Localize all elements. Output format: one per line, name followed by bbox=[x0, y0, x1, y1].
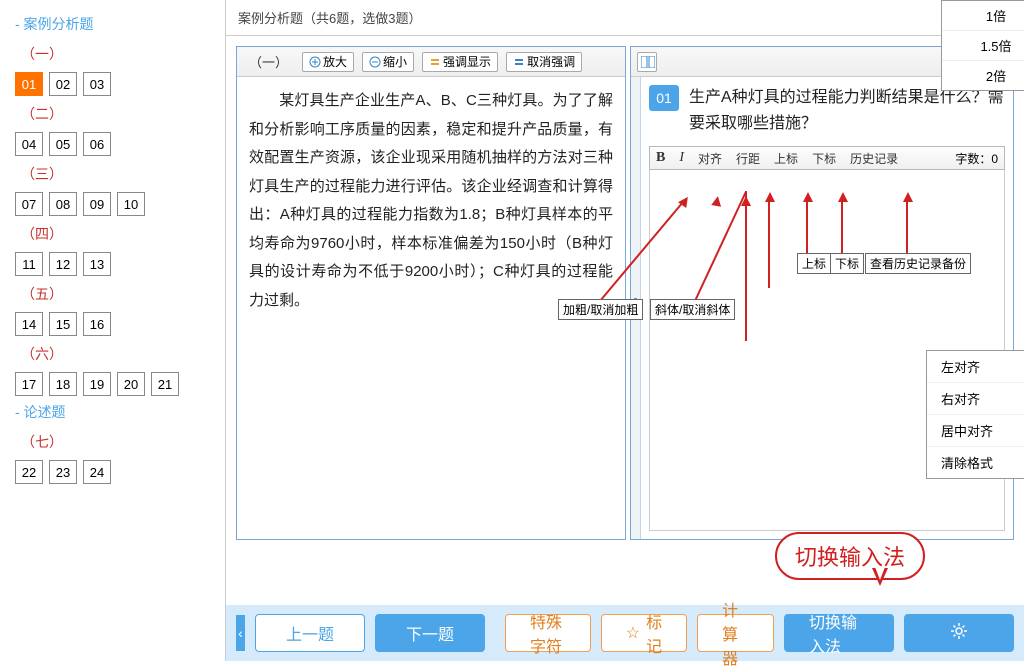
question-nav-12[interactable]: 12 bbox=[49, 252, 77, 276]
annotation-bold: 加粗/取消加粗 bbox=[558, 299, 643, 320]
italic-button[interactable]: I bbox=[679, 150, 684, 166]
question-nav-10[interactable]: 10 bbox=[117, 192, 145, 216]
linespace-button[interactable]: 行距 bbox=[736, 150, 760, 167]
group-label-6: （六） bbox=[21, 344, 225, 364]
annotation-italic: 斜体/取消斜体 bbox=[650, 299, 735, 320]
zoom-2x[interactable]: 2倍 bbox=[942, 61, 1024, 90]
question-nav-22[interactable]: 22 bbox=[15, 460, 43, 484]
question-nav-02[interactable]: 02 bbox=[49, 72, 77, 96]
passage-group-label: （一） bbox=[243, 52, 294, 71]
settings-button[interactable] bbox=[904, 614, 1014, 652]
group-label-5: （五） bbox=[21, 284, 225, 304]
question-nav-18[interactable]: 18 bbox=[49, 372, 77, 396]
annotation-ime: 切换输入法 bbox=[775, 532, 925, 580]
zoom-1x[interactable]: 1倍 bbox=[942, 1, 1024, 31]
question-nav-01[interactable]: 01 bbox=[15, 72, 43, 96]
question-nav-21[interactable]: 21 bbox=[151, 372, 179, 396]
align-menu: 左对齐 右对齐 居中对齐 清除格式 bbox=[926, 350, 1024, 479]
annotation-sub: 下标 bbox=[830, 253, 864, 274]
question-nav-23[interactable]: 23 bbox=[49, 460, 77, 484]
bold-button[interactable]: B bbox=[656, 150, 665, 166]
zoom-out-button[interactable]: 缩小 bbox=[362, 52, 414, 72]
superscript-button[interactable]: 上标 bbox=[774, 150, 798, 167]
align-right[interactable]: 右对齐 bbox=[927, 383, 1024, 415]
passage-toolbar: （一） 放大 缩小 强调显示 取消强调 bbox=[237, 47, 625, 77]
zoom-in-button[interactable]: 放大 bbox=[302, 52, 354, 72]
question-nav-05[interactable]: 05 bbox=[49, 132, 77, 156]
ime-switch-button[interactable]: 切换输入法 bbox=[784, 614, 894, 652]
highlight-icon bbox=[429, 56, 441, 68]
annotation-sup: 上标 bbox=[797, 253, 831, 274]
star-icon: ☆ bbox=[626, 623, 640, 643]
question-nav-15[interactable]: 15 bbox=[49, 312, 77, 336]
section-title: 案例分析题（共6题，选做3题） bbox=[238, 8, 421, 27]
highlight-button[interactable]: 强调显示 bbox=[422, 52, 498, 72]
question-nav-13[interactable]: 13 bbox=[83, 252, 111, 276]
next-button[interactable]: 下一题 bbox=[375, 614, 485, 652]
speech-tail-icon bbox=[872, 568, 888, 586]
char-count: 字数：0 bbox=[955, 150, 998, 167]
question-nav-06[interactable]: 06 bbox=[83, 132, 111, 156]
align-center[interactable]: 居中对齐 bbox=[927, 415, 1024, 447]
main-header: 案例分析题（共6题，选做3题） bbox=[226, 0, 1024, 36]
gear-icon bbox=[950, 622, 968, 645]
align-button[interactable]: 对齐 bbox=[698, 150, 722, 167]
zoom-menu: 1倍 1.5倍 2倍 bbox=[941, 0, 1024, 91]
group-label-2: （二） bbox=[21, 104, 225, 124]
group-label-3: （三） bbox=[21, 164, 225, 184]
question-nav-17[interactable]: 17 bbox=[15, 372, 43, 396]
question-nav-03[interactable]: 03 bbox=[83, 72, 111, 96]
question-nav-04[interactable]: 04 bbox=[15, 132, 43, 156]
group-label-1: （一） bbox=[21, 44, 225, 64]
split-icon bbox=[641, 56, 653, 68]
history-button[interactable]: 历史记录 bbox=[850, 150, 898, 167]
question-nav-20[interactable]: 20 bbox=[117, 372, 145, 396]
question-nav-14[interactable]: 14 bbox=[15, 312, 43, 336]
minus-icon bbox=[369, 56, 381, 68]
editor-toolbar: B I 对齐 行距 上标 下标 历史记录 字数：0 bbox=[649, 146, 1005, 170]
question-header: 01 生产A种灯具的过程能力判断结果是什么？需要采取哪些措施？ bbox=[649, 85, 1005, 136]
question-text: 生产A种灯具的过程能力判断结果是什么？需要采取哪些措施？ bbox=[689, 85, 1005, 136]
question-nav-08[interactable]: 08 bbox=[49, 192, 77, 216]
special-char-button[interactable]: 特殊字符 bbox=[505, 614, 591, 652]
question-nav-11[interactable]: 11 bbox=[15, 252, 43, 276]
align-left[interactable]: 左对齐 bbox=[927, 351, 1024, 383]
prev-button[interactable]: 上一题 bbox=[255, 614, 365, 652]
footer-collapse[interactable]: ‹ bbox=[236, 615, 245, 651]
calculator-button[interactable]: 计算器 bbox=[697, 614, 774, 652]
plus-icon bbox=[309, 56, 321, 68]
passage-panel: （一） 放大 缩小 强调显示 取消强调 bbox=[236, 46, 626, 540]
annotation-history: 查看历史记录备份 bbox=[865, 253, 971, 274]
question-nav-07[interactable]: 07 bbox=[15, 192, 43, 216]
question-nav-24[interactable]: 24 bbox=[83, 460, 111, 484]
group-label-7: （七） bbox=[21, 432, 225, 452]
footer: ‹ 上一题 下一题 特殊字符 ☆ 标记 计算器 切换输入法 bbox=[226, 605, 1024, 661]
unhighlight-icon bbox=[513, 56, 525, 68]
question-nav-16[interactable]: 16 bbox=[83, 312, 111, 336]
question-number: 01 bbox=[649, 85, 679, 111]
split-view-button[interactable] bbox=[637, 52, 657, 72]
sidebar-section-essay[interactable]: - 论述题 bbox=[15, 402, 225, 422]
unhighlight-button[interactable]: 取消强调 bbox=[506, 52, 582, 72]
sidebar-section-case[interactable]: - 案例分析题 bbox=[15, 14, 225, 34]
sidebar: - 案例分析题 （一） 01 02 03 （二） 04 05 06 （三） 07… bbox=[0, 0, 226, 661]
question-nav-09[interactable]: 09 bbox=[83, 192, 111, 216]
clear-format[interactable]: 清除格式 bbox=[927, 447, 1024, 478]
mark-button[interactable]: ☆ 标记 bbox=[601, 614, 687, 652]
zoom-1-5x[interactable]: 1.5倍 bbox=[942, 31, 1024, 61]
group-label-4: （四） bbox=[21, 224, 225, 244]
subscript-button[interactable]: 下标 bbox=[812, 150, 836, 167]
question-nav-19[interactable]: 19 bbox=[83, 372, 111, 396]
